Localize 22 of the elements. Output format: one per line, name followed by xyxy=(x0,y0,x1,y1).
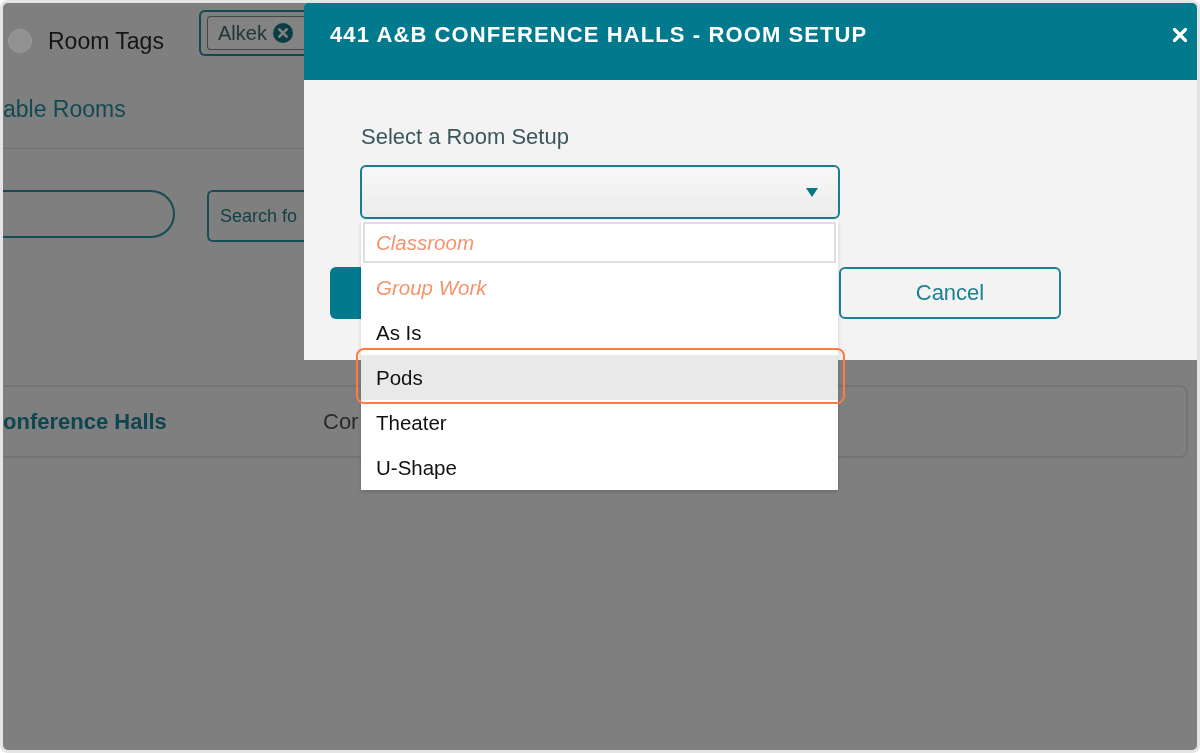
search-field[interactable] xyxy=(3,190,175,238)
close-icon xyxy=(1173,28,1187,42)
table-cell: Cor xyxy=(323,408,359,435)
rooms-link[interactable]: able Rooms xyxy=(3,96,126,122)
search-field[interactable]: Search fo xyxy=(207,190,304,242)
filter-label: Room Tags xyxy=(48,27,165,55)
x-circle-icon[interactable] xyxy=(272,23,293,43)
field-label: Select a Room Setup xyxy=(361,124,569,150)
dropdown-option[interactable]: U-Shape xyxy=(361,445,838,490)
tag-label: Alkek xyxy=(218,21,267,45)
dropdown-option[interactable]: Theater xyxy=(361,400,838,445)
dropdown-option[interactable]: Classroom xyxy=(361,220,838,265)
cancel-button[interactable]: Cancel xyxy=(839,267,1061,319)
dialog-title: 441 A&B CONFERENCE HALLS - ROOM SETUP xyxy=(330,22,868,48)
dropdown-option[interactable]: Group Work xyxy=(361,265,838,310)
dropdown-option[interactable]: As Is xyxy=(361,310,838,355)
tag-input[interactable]: Alkek xyxy=(199,10,304,56)
close-button[interactable] xyxy=(1172,27,1188,43)
radio-button[interactable] xyxy=(8,29,32,53)
hall-name[interactable]: onference Halls xyxy=(3,408,167,435)
setup-select[interactable] xyxy=(360,165,840,219)
caret-down-icon xyxy=(806,187,818,197)
